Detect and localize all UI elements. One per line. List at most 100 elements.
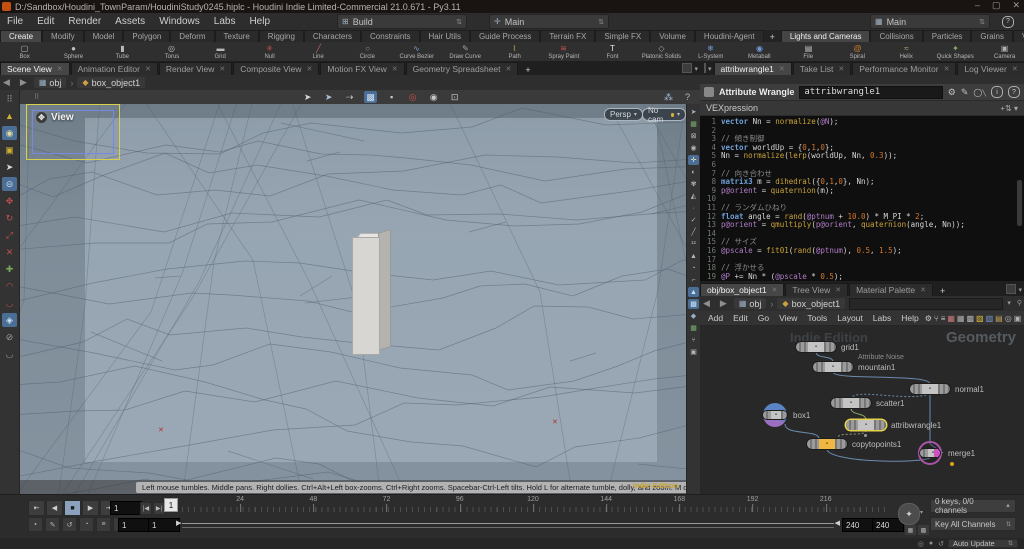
network-editor[interactable]: Indie Edition Geometry ▪ grid1 ▪ mountain1 A… bbox=[700, 326, 1024, 494]
play-reverse-button[interactable]: ◀ bbox=[46, 500, 63, 516]
keyframe-options-icon[interactable]: ⬩ bbox=[28, 517, 43, 532]
jump-start-button[interactable]: ⇤ bbox=[28, 500, 45, 516]
network-node-mountain1[interactable]: ▪ bbox=[813, 362, 853, 372]
grid-toggle-icon[interactable]: ▦ bbox=[688, 119, 699, 129]
menu-render[interactable]: Render bbox=[61, 16, 108, 27]
shelf-tool-torus[interactable]: ◎ Torus bbox=[147, 42, 196, 61]
brush-icon[interactable]: ✎ bbox=[961, 87, 969, 98]
close-tab-icon[interactable]: ✕ bbox=[57, 65, 63, 73]
close-tab-icon[interactable]: ✕ bbox=[145, 65, 151, 73]
shelf-tool-grid[interactable]: ▬ Grid bbox=[196, 42, 245, 61]
magnet-icon[interactable]: ◡ bbox=[2, 296, 17, 310]
shelf-tab-texture[interactable]: Texture bbox=[214, 30, 259, 42]
slash-icon[interactable]: ╱ bbox=[688, 227, 699, 237]
camera-lock-icon[interactable]: ◉ bbox=[427, 91, 440, 103]
shelf-tab-guide-process[interactable]: Guide Process bbox=[469, 30, 541, 42]
shelf-tool-sphere[interactable]: ● Sphere bbox=[49, 42, 98, 61]
close-tab-icon[interactable]: ✕ bbox=[1012, 65, 1018, 73]
add-pane-tab-button[interactable]: + bbox=[934, 286, 951, 296]
grid-icon[interactable]: ▦ bbox=[957, 314, 965, 323]
snippet-icon[interactable]: ▧ bbox=[986, 314, 994, 323]
shelf-tool-quick-shapes[interactable]: ✦ Quick Shapes bbox=[931, 42, 980, 61]
node-name-field[interactable]: attribwrangle1 bbox=[799, 85, 943, 99]
shelf-tool-camera[interactable]: ▣ Camera bbox=[980, 42, 1024, 61]
view-state-label[interactable]: ✥ View bbox=[36, 112, 74, 123]
pose-icon[interactable]: ✕ bbox=[2, 245, 17, 259]
gem-icon[interactable]: ◆ bbox=[688, 311, 699, 321]
translate-icon[interactable]: ✥ bbox=[2, 194, 17, 208]
shelf-tool-l-system[interactable]: ❄ L-System bbox=[686, 42, 735, 61]
rotate-icon[interactable]: ↻ bbox=[2, 211, 17, 225]
radial-menu-selector[interactable]: ✛ Main ⇅ bbox=[489, 14, 610, 29]
shelf-tool-tube[interactable]: ▮ Tube bbox=[98, 42, 147, 61]
pane-tab-animation-editor[interactable]: Animation Editor ✕ bbox=[70, 62, 158, 75]
curve-tool-icon[interactable]: ◠ bbox=[2, 279, 17, 293]
shelf-tool-curve-bezier[interactable]: ∿ Curve Bezier bbox=[392, 42, 441, 61]
menu-windows[interactable]: Windows bbox=[152, 16, 207, 27]
playhead[interactable]: 1 bbox=[164, 498, 178, 512]
range-left-handle[interactable]: ▶ bbox=[176, 519, 181, 527]
network-menu-view[interactable]: View bbox=[775, 313, 801, 323]
maximize-button[interactable]: ▢ bbox=[992, 0, 1001, 11]
key-all-channels-combo[interactable]: Key All Channels ⇅ bbox=[930, 517, 1016, 531]
realtime-toggle-icon[interactable]: ◔ bbox=[79, 517, 94, 532]
pane-tab-material-palette[interactable]: Material Palette ✕ bbox=[849, 283, 934, 296]
shelf-tab-model[interactable]: Model bbox=[83, 30, 124, 42]
snap-grid-icon[interactable]: ▩ bbox=[364, 91, 378, 103]
profile-icon[interactable]: ◔ bbox=[688, 263, 699, 273]
scale-icon[interactable]: ⤢ bbox=[2, 228, 17, 242]
info-icon[interactable]: i bbox=[991, 86, 1003, 98]
node-help-icon[interactable]: ? bbox=[1008, 86, 1020, 98]
pane-tab-tree-view[interactable]: Tree View ✕ bbox=[785, 283, 849, 296]
close-tab-icon[interactable]: ✕ bbox=[392, 65, 398, 73]
point-numbers-icon[interactable]: ¹² bbox=[688, 239, 699, 249]
view-pcat-icon[interactable]: ➤ bbox=[688, 107, 699, 117]
shelf-tool-box[interactable]: ▢ Box bbox=[0, 42, 49, 61]
close-tab-icon[interactable]: ✕ bbox=[920, 286, 926, 294]
breadcrumb-node[interactable]: ◆ box_object1 bbox=[77, 77, 146, 88]
shelf-tool-path[interactable]: ⌇ Path bbox=[490, 42, 539, 61]
camera-menu[interactable]: No cam ▾ bbox=[642, 106, 686, 124]
projection-menu[interactable]: Persp ▾ bbox=[604, 108, 643, 121]
snapshot-icon[interactable]: ⁂ bbox=[662, 91, 675, 103]
menu-help[interactable]: Help bbox=[242, 16, 277, 27]
pane-menu-icon[interactable]: ▾ bbox=[1018, 286, 1022, 294]
network-menu-go[interactable]: Go bbox=[754, 313, 773, 323]
shelf-tool-spray-paint[interactable]: ≋ Spray Paint bbox=[539, 42, 588, 61]
edit-keys-icon[interactable]: ✎ bbox=[45, 517, 60, 532]
close-tab-icon[interactable]: ✕ bbox=[307, 65, 313, 73]
lights-icon[interactable]: ◉ bbox=[2, 126, 17, 140]
wireshade-icon[interactable]: ▲ bbox=[688, 287, 699, 297]
pin-icon[interactable]: ⚲ bbox=[1017, 299, 1022, 307]
pane-tab-scene-view[interactable]: Scene View ✕ bbox=[0, 62, 70, 75]
key-dropdown-icon[interactable]: ▾ bbox=[920, 509, 923, 516]
scene-viewport[interactable]: ✥ View Persp ▾ No cam ▾ ✕ ✕ Left mouse tum… bbox=[20, 104, 686, 494]
forward-arrow-icon[interactable]: ▶ bbox=[17, 77, 30, 88]
shelf-tab-constraints[interactable]: Constraints bbox=[361, 30, 420, 42]
swatch-icon[interactable]: ▩ bbox=[966, 314, 974, 323]
dopesheet-icon[interactable]: ≡ bbox=[96, 517, 111, 532]
network-menu-add[interactable]: Add bbox=[704, 313, 727, 323]
pane-tab-log-viewer[interactable]: Log Viewer ✕ bbox=[957, 62, 1024, 75]
network-menu-tools[interactable]: Tools bbox=[803, 313, 831, 323]
texture-icon[interactable]: ▩ bbox=[688, 299, 699, 309]
shelf-tab-rigging[interactable]: Rigging bbox=[258, 30, 304, 42]
network-node-box1[interactable]: ▪ bbox=[763, 403, 787, 427]
shade-icon[interactable]: ◡ bbox=[2, 347, 17, 361]
pane-split-icon[interactable] bbox=[704, 63, 706, 73]
loop-mode-icon[interactable]: ↺ bbox=[62, 517, 77, 532]
pane-tab-performance-monitor[interactable]: Performance Monitor ✕ bbox=[852, 62, 957, 75]
range-start-field[interactable]: 1 bbox=[118, 518, 150, 532]
network-menu-help[interactable]: Help bbox=[897, 313, 922, 323]
network-node-attribwrangle1[interactable]: ▪ bbox=[846, 420, 886, 430]
image-icon[interactable]: ▣ bbox=[688, 347, 699, 357]
magnifier-icon[interactable]: ◯╲ bbox=[973, 88, 986, 97]
move-tool-icon[interactable]: ⇢ bbox=[343, 91, 356, 103]
channel-colors-icon[interactable]: ▩ bbox=[918, 525, 929, 535]
pane-menu-icon[interactable]: ▾ bbox=[708, 65, 712, 73]
shelf-tab-particles[interactable]: Particles bbox=[922, 30, 972, 42]
normals-icon[interactable]: ▲ bbox=[688, 251, 699, 261]
pane-split-icon[interactable] bbox=[682, 63, 693, 73]
menu-edit[interactable]: Edit bbox=[30, 16, 61, 27]
tree-icon[interactable]: ⑂ bbox=[934, 314, 939, 323]
